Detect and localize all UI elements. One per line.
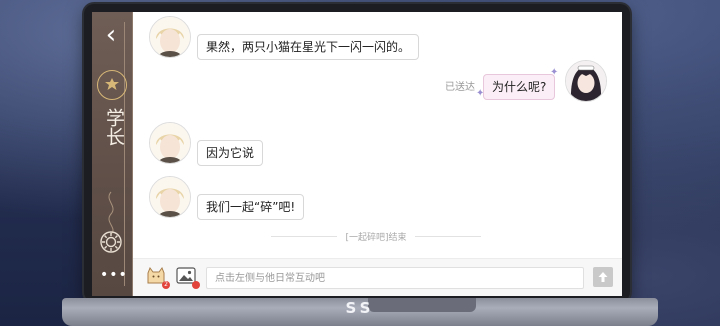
sidebar-divider: [124, 22, 125, 286]
chat-end-label: [一起碎吧]结束: [345, 232, 407, 243]
contact-avatar: [149, 16, 191, 58]
contact-avatar: [149, 122, 191, 164]
my-avatar: [565, 60, 607, 102]
message-input[interactable]: 点击左侧与他日常互动吧: [206, 267, 584, 289]
chat-screen: ‹ 学长 ••• 果然，两只小猫在星光下一闪一闪的。 已送达 ✦ ✦ 为什么呢?…: [92, 12, 622, 296]
more-dots-icon[interactable]: •••: [100, 267, 127, 283]
contact-name: 学长: [103, 108, 125, 146]
device-brand: SS: [345, 299, 375, 317]
input-bar: 2 点击左侧与他日常互动吧: [133, 258, 622, 296]
notification-badge: 2: [162, 281, 170, 289]
message-bubble: 我们一起“碎”吧!: [197, 194, 305, 220]
send-arrow-icon[interactable]: [593, 267, 613, 287]
crest-emblem-icon: [97, 70, 127, 100]
back-chevron-icon[interactable]: ‹: [100, 22, 122, 48]
contact-avatar: [149, 176, 191, 218]
gift-cat-icon[interactable]: 2: [145, 265, 170, 289]
gear-icon[interactable]: [99, 230, 123, 254]
message-bubble: 因为它说: [197, 140, 264, 166]
message-list: 果然，两只小猫在星光下一闪一闪的。 已送达 ✦ ✦ 为什么呢? 因为它说 我们一…: [133, 12, 622, 252]
chat-end-notice: [一起碎吧]结束: [271, 229, 481, 243]
delivery-status: 已送达: [445, 82, 475, 93]
divider: [271, 235, 338, 237]
image-icon[interactable]: [175, 265, 200, 289]
sidebar: ‹ 学长 •••: [92, 12, 133, 296]
divider: [414, 235, 481, 237]
notification-dot: [192, 281, 200, 289]
message-bubble: 果然，两只小猫在星光下一闪一闪的。: [197, 34, 420, 60]
my-message-bubble: 为什么呢?: [483, 74, 556, 100]
